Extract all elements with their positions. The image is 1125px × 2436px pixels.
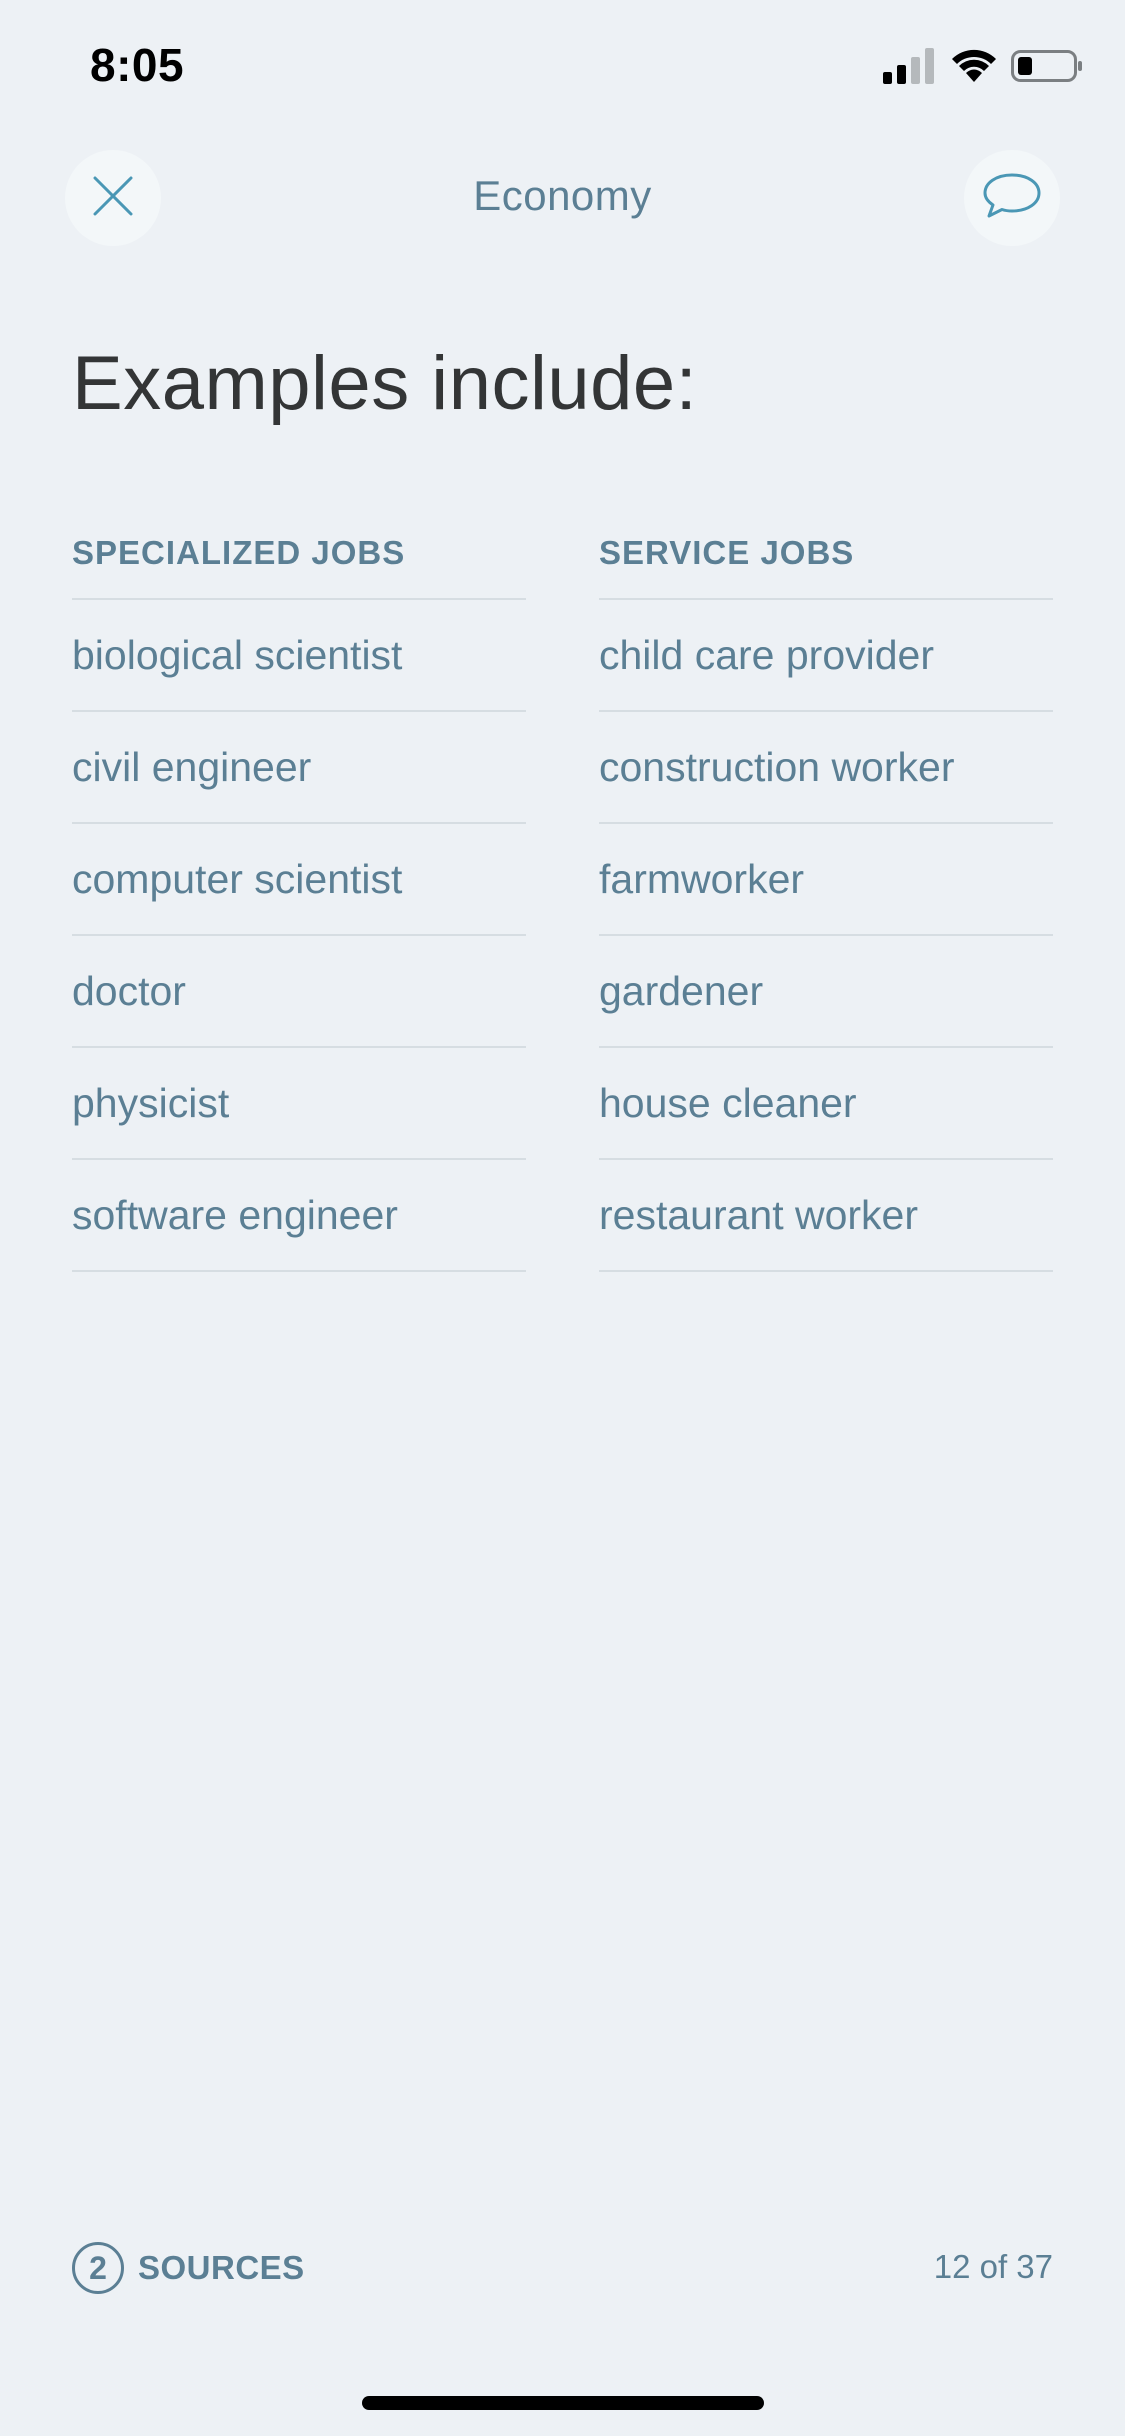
sources-count-badge: 2 [72, 2242, 124, 2294]
list-item: child care provider [599, 600, 1053, 712]
page-heading: Examples include: [72, 341, 698, 426]
list-item: restaurant worker [599, 1160, 1053, 1272]
status-bar: 8:05 [0, 0, 1125, 130]
list-item: gardener [599, 936, 1053, 1048]
home-indicator[interactable] [362, 2396, 764, 2410]
service-jobs-column: SERVICE JOBS child care provider constru… [599, 530, 1053, 1272]
sources-button[interactable]: 2 SOURCES [72, 2238, 305, 2298]
list-item: construction worker [599, 712, 1053, 824]
header: Economy [0, 150, 1125, 250]
battery-icon [1011, 48, 1083, 89]
service-jobs-list: child care provider construction worker … [599, 600, 1053, 1272]
status-icons [883, 48, 1083, 89]
jobs-columns: SPECIALIZED JOBS biological scientist ci… [72, 530, 1053, 1272]
list-item: software engineer [72, 1160, 526, 1272]
list-item: civil engineer [72, 712, 526, 824]
list-item: computer scientist [72, 824, 526, 936]
footer: 2 SOURCES 12 of 37 [72, 2238, 1053, 2298]
specialized-jobs-list: biological scientist civil engineer comp… [72, 600, 526, 1272]
status-time: 8:05 [90, 39, 185, 91]
comments-button[interactable] [964, 150, 1060, 246]
list-item: house cleaner [599, 1048, 1053, 1160]
page-counter: 12 of 37 [933, 2248, 1053, 2285]
header-title: Economy [473, 172, 652, 219]
specialized-jobs-column: SPECIALIZED JOBS biological scientist ci… [72, 530, 526, 1272]
list-item: doctor [72, 936, 526, 1048]
wifi-icon [951, 48, 997, 89]
cellular-signal-icon [883, 48, 937, 89]
list-item: biological scientist [72, 600, 526, 712]
list-item: farmworker [599, 824, 1053, 936]
sources-label: SOURCES [138, 2249, 305, 2286]
column-heading: SPECIALIZED JOBS [72, 530, 526, 600]
list-item: physicist [72, 1048, 526, 1160]
column-heading: SERVICE JOBS [599, 530, 1053, 600]
speech-bubble-icon [981, 171, 1043, 226]
